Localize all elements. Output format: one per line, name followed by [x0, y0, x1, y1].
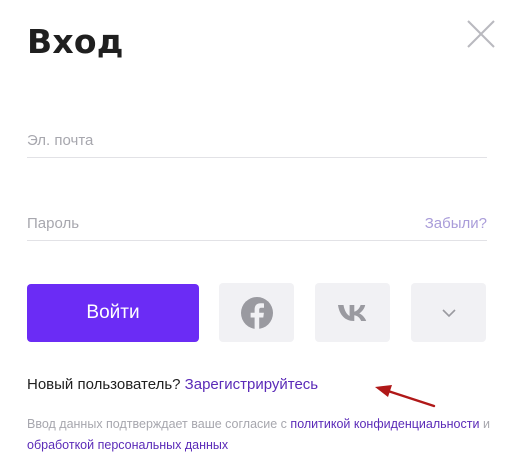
email-field[interactable]	[27, 132, 407, 149]
consent-prefix: Ввод данных подтверждает ваше согласие с	[27, 417, 287, 431]
register-prompt-text: Новый пользователь?	[27, 376, 181, 393]
register-prompt: Новый пользователь? Зарегистрируйтесь	[27, 376, 318, 393]
close-button[interactable]	[466, 19, 496, 49]
facebook-icon	[240, 296, 273, 330]
vk-login-button[interactable]	[315, 283, 390, 342]
more-options-button[interactable]	[411, 283, 486, 342]
privacy-policy-link[interactable]: политикой конфиденциальности	[290, 417, 479, 431]
facebook-login-button[interactable]	[219, 283, 294, 342]
data-processing-link[interactable]: обработкой персональных данных	[27, 438, 228, 452]
consent-conjunction: и	[482, 417, 490, 431]
annotation-arrow-icon	[375, 385, 436, 408]
chevron-down-icon	[441, 308, 456, 317]
email-field-container	[27, 118, 487, 158]
forgot-password-link[interactable]: Забыли?	[425, 215, 487, 232]
consent-text: Ввод данных подтверждает ваше согласие с…	[27, 414, 497, 456]
register-link[interactable]: Зарегистрируйтесь	[185, 376, 318, 393]
vk-icon	[337, 304, 366, 321]
close-icon	[467, 20, 495, 48]
login-button[interactable]: Войти	[27, 284, 199, 342]
page-title: Вход	[27, 22, 124, 61]
password-field-container: Забыли?	[27, 201, 487, 241]
password-field[interactable]	[27, 215, 407, 232]
